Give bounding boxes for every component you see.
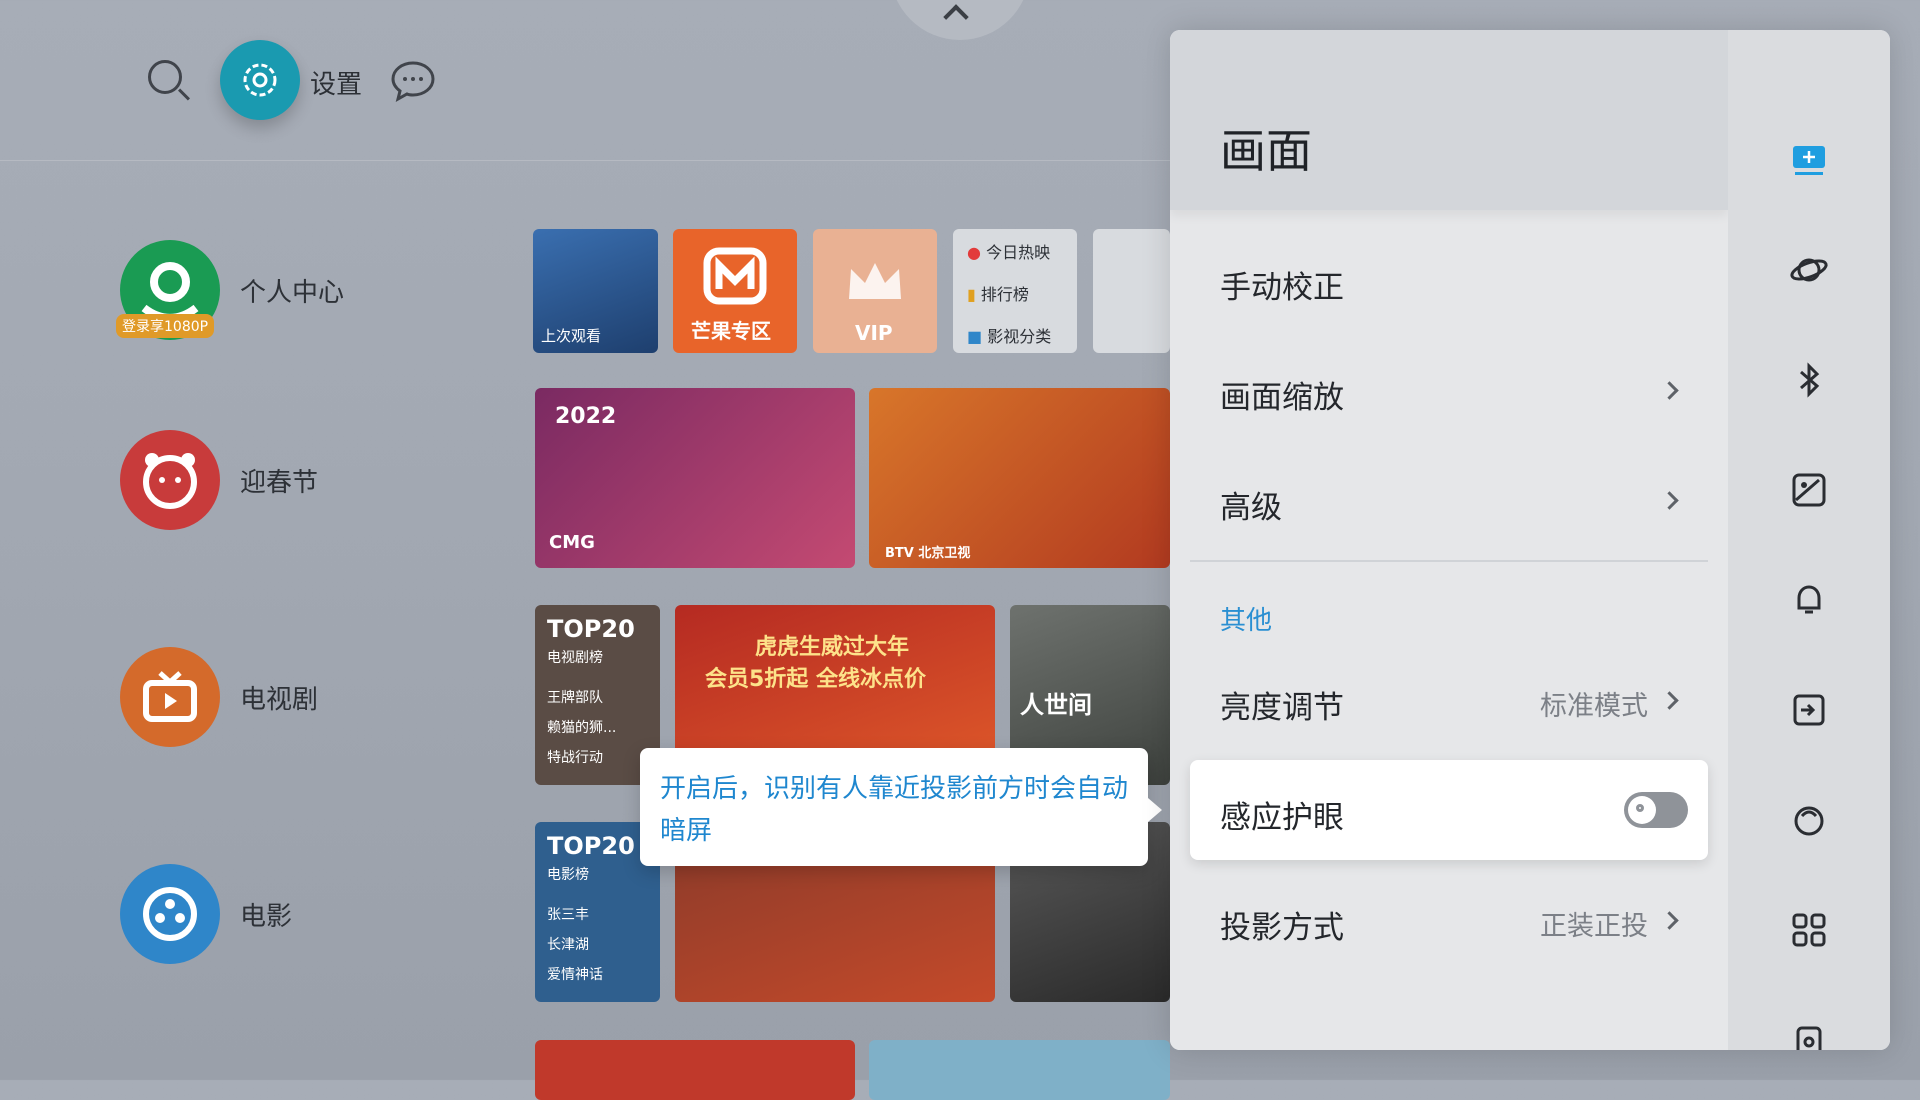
film-reel-icon — [120, 864, 220, 964]
category-rail — [1728, 30, 1890, 1050]
bottom-tile-1[interactable] — [535, 1040, 855, 1100]
vip-tile[interactable]: VIP — [813, 229, 937, 353]
gala-banner-btv[interactable]: BTV 北京卫视 — [869, 388, 1170, 568]
mango-zone-tile[interactable]: 芒果专区 — [673, 229, 797, 353]
partial-tile[interactable] — [1093, 229, 1170, 353]
grid-icon: ■ — [967, 327, 983, 346]
row-eye-protection[interactable]: 感应护眼 — [1190, 760, 1708, 860]
bar-chart-icon: ▮ — [967, 285, 976, 304]
eye-protection-tooltip: 开启后，识别有人靠近投影前方时会自动暗屏 — [640, 748, 1162, 866]
image-icon[interactable] — [1789, 470, 1829, 510]
panel-title: 画面 — [1220, 124, 1312, 178]
settings-panel: 画面 手动校正 画面缩放 高级 其他 亮度调节 标准模式 感应护眼 投影方式 正… — [1170, 30, 1890, 1050]
bell-icon[interactable] — [1789, 580, 1829, 620]
bottom-tile-2[interactable] — [869, 1040, 1170, 1100]
chevron-up-icon — [943, 4, 969, 30]
fire-icon: ● — [967, 243, 981, 262]
menu-item-ranking[interactable]: ▮ 排行榜 — [967, 281, 1029, 305]
eye-protection-toggle[interactable] — [1624, 792, 1688, 828]
row-advanced[interactable]: 高级 — [1190, 450, 1708, 550]
settings-label: 设置 — [310, 70, 363, 100]
projection-value: 正装正投 — [1540, 911, 1648, 942]
bluetooth-icon[interactable] — [1789, 360, 1829, 400]
apps-icon[interactable] — [1789, 910, 1829, 950]
tooltip-text: 开启后，识别有人靠近投影前方时会自动暗屏 — [660, 774, 1129, 846]
gala-banner-cmg[interactable]: 2022 CMG — [535, 388, 855, 568]
nav-label: 迎春节 — [240, 468, 319, 498]
planet-icon[interactable] — [1789, 250, 1829, 290]
nav-label: 电影 — [240, 902, 293, 932]
row-picture-zoom[interactable]: 画面缩放 — [1190, 340, 1708, 440]
input-source-icon[interactable] — [1789, 690, 1829, 730]
chevron-right-icon — [1660, 491, 1679, 510]
row-projection-mode[interactable]: 投影方式 正装正投 — [1190, 870, 1708, 970]
login-badge: 登录享1080P — [116, 314, 215, 338]
face-icon[interactable] — [1789, 800, 1829, 840]
settings-button[interactable] — [220, 40, 300, 120]
section-header-other: 其他 — [1220, 606, 1273, 636]
chevron-right-icon — [1660, 381, 1679, 400]
divider — [1190, 560, 1708, 562]
settings-list: 画面 手动校正 画面缩放 高级 其他 亮度调节 标准模式 感应护眼 投影方式 正… — [1170, 30, 1728, 1050]
tiger-icon — [120, 430, 220, 530]
gear-icon — [243, 63, 277, 97]
recent-watch-tile[interactable]: 上次观看 — [533, 229, 658, 353]
menu-item-category[interactable]: ■ 影视分类 — [967, 323, 1051, 347]
brightness-value: 标准模式 — [1540, 691, 1648, 722]
row-manual-correction[interactable]: 手动校正 — [1190, 230, 1708, 330]
chevron-right-icon — [1660, 691, 1679, 710]
search-icon[interactable] — [148, 60, 182, 94]
quick-menu-tile[interactable]: ● 今日热映 ▮ 排行榜 ■ 影视分类 — [953, 229, 1077, 353]
row-brightness[interactable]: 亮度调节 标准模式 — [1190, 650, 1708, 750]
tv-icon — [120, 647, 220, 747]
speaker-icon[interactable] — [1789, 1020, 1829, 1050]
nav-label: 个人中心 — [240, 278, 345, 308]
menu-item-hot[interactable]: ● 今日热映 — [967, 239, 1050, 263]
chevron-right-icon — [1660, 911, 1679, 930]
display-icon[interactable] — [1789, 140, 1829, 180]
nav-label: 电视剧 — [240, 685, 319, 715]
chat-icon[interactable] — [390, 60, 436, 102]
panel-header: 画面 — [1170, 30, 1728, 210]
